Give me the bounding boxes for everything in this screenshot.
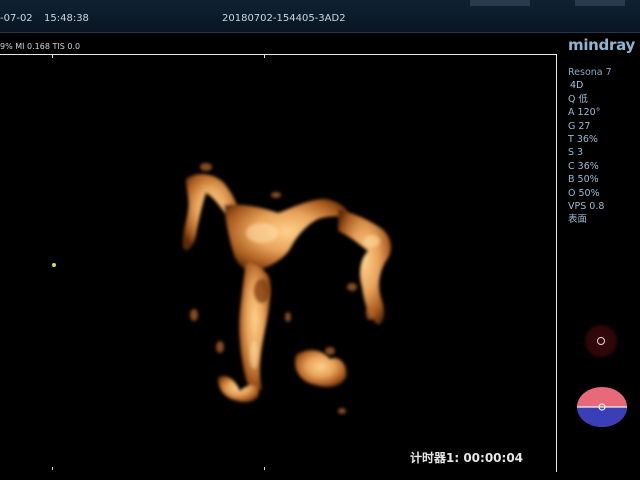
param-brightness: B 50% [568,174,599,186]
knob-center-icon [597,337,605,345]
timer-readout: 计时器1: 00:00:04 [410,451,524,465]
image-viewport[interactable]: 计时器1: 00:00:04 [0,54,557,472]
cursor-marker [52,263,56,267]
brand-logo: mindray [568,36,635,54]
imaging-mode: 4D [570,80,584,92]
header-blur [575,0,625,6]
trackball-knob[interactable] [586,326,616,356]
param-contrast: C 36% [568,160,599,172]
header-blur [470,0,530,6]
param-opacity: O 50% [568,187,600,199]
param-threshold: T 36% [568,134,598,146]
param-render-mode: 表面 [568,214,588,226]
param-angle: A 120° [568,107,601,119]
param-quality: Q 低 [568,93,588,105]
orientation-icon[interactable] [576,386,628,428]
exam-date: -07-02 [0,13,33,24]
device-model: Resona 7 [568,67,612,78]
exam-id: 20180702-154405-3AD2 [222,13,346,24]
param-vps: VPS 0.8 [568,201,605,213]
header-bar: -07-02 15:48:38 20180702-154405-3AD2 [0,0,640,33]
ultrasound-screen: -07-02 15:48:38 20180702-154405-3AD2 9% … [0,0,640,480]
volume-rendering [182,163,391,414]
parameter-panel: Resona 7 4D Q 低 A 120° G 27 T 36% S 3 C … [568,66,640,227]
param-gain: G 27 [568,120,591,132]
exam-time: 15:48:38 [44,13,89,24]
acoustic-status: 9% MI 0.168 TIS 0.0 [0,42,81,51]
param-smooth: S 3 [568,147,584,159]
